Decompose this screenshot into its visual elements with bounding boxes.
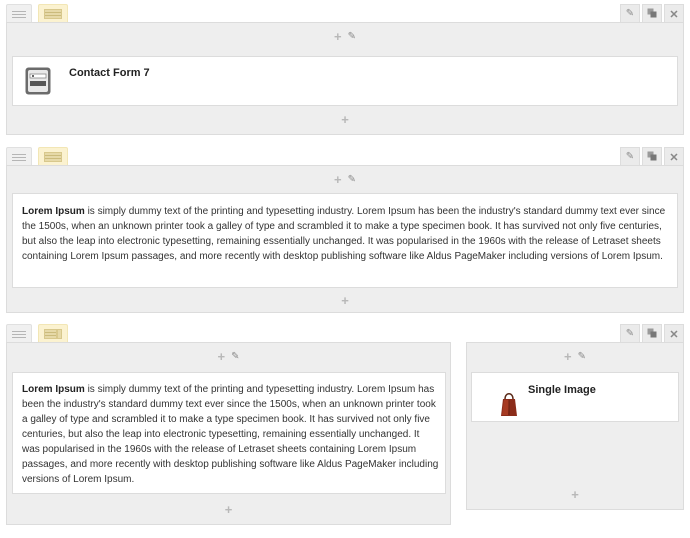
plus-icon[interactable]: + <box>225 503 233 516</box>
column-toolbar: + ✎ <box>7 166 683 193</box>
row-duplicate-button[interactable] <box>642 324 662 344</box>
row-duplicate-button[interactable] <box>642 147 662 167</box>
single-image-widget[interactable]: Single Image <box>471 372 679 422</box>
row-header: ✎ ✕ <box>6 143 684 169</box>
pencil-icon[interactable]: ✎ <box>348 174 356 185</box>
pencil-icon[interactable]: ✎ <box>578 351 586 362</box>
column-toolbar: + ✎ <box>7 343 450 370</box>
row-1: ✎ ✕ + ✎ Contact Form 7 + <box>6 0 684 135</box>
close-icon: ✕ <box>669 8 679 21</box>
plus-icon[interactable]: + <box>564 350 572 363</box>
column-add-bottom: + <box>7 113 683 126</box>
column-toolbar: + ✎ <box>467 343 683 370</box>
text-widget-body: Lorem Ipsum is simply dummy text of the … <box>22 382 440 487</box>
column-add-bottom: + <box>467 488 683 501</box>
plus-icon[interactable]: + <box>334 173 342 186</box>
column-add-bottom: + <box>7 503 450 516</box>
text-widget[interactable]: Lorem Ipsum is simply dummy text of the … <box>12 372 446 494</box>
pencil-icon: ✎ <box>625 8 635 19</box>
text-widget-body: Lorem Ipsum is simply dummy text of the … <box>22 204 670 264</box>
text-widget[interactable]: Lorem Ipsum is simply dummy text of the … <box>12 193 678 288</box>
column: + ✎ Contact Form 7 + <box>6 22 684 135</box>
duplicate-icon <box>647 148 657 166</box>
row-delete-button[interactable]: ✕ <box>664 147 684 167</box>
row-edit-button[interactable]: ✎ <box>620 4 640 24</box>
plus-icon[interactable]: + <box>571 488 579 501</box>
text-body: is simply dummy text of the printing and… <box>22 384 439 485</box>
row-header: ✎ ✕ <box>6 320 684 346</box>
plus-icon[interactable]: + <box>341 113 349 126</box>
duplicate-icon <box>647 5 657 23</box>
pencil-icon: ✎ <box>625 328 635 339</box>
row-edit-button[interactable]: ✎ <box>620 147 640 167</box>
widget-title: Contact Form 7 <box>69 67 150 79</box>
row-header: ✎ ✕ <box>6 0 684 26</box>
text-body: is simply dummy text of the printing and… <box>22 206 666 262</box>
column-toolbar: + ✎ <box>7 23 683 50</box>
column-add-bottom: + <box>7 294 683 307</box>
column-right: + ✎ Single Image + <box>466 342 684 510</box>
pencil-icon: ✎ <box>625 151 635 162</box>
text-bold-lead: Lorem Ipsum <box>22 384 85 395</box>
column: + ✎ Lorem Ipsum is simply dummy text of … <box>6 165 684 313</box>
row-tools: ✎ ✕ <box>620 4 684 24</box>
row-duplicate-button[interactable] <box>642 4 662 24</box>
pencil-icon[interactable]: ✎ <box>231 351 239 362</box>
contact-form-widget[interactable]: Contact Form 7 <box>12 56 678 106</box>
row-delete-button[interactable]: ✕ <box>664 4 684 24</box>
close-icon: ✕ <box>669 151 679 164</box>
column-left: + ✎ Lorem Ipsum is simply dummy text of … <box>6 342 451 525</box>
duplicate-icon <box>647 325 657 343</box>
text-bold-lead: Lorem Ipsum <box>22 206 85 217</box>
row-3: ✎ ✕ + ✎ Lorem Ipsum is simply dummy text… <box>6 320 684 525</box>
row-2: ✎ ✕ + ✎ Lorem Ipsum is simply dummy text… <box>6 143 684 313</box>
contact-form-icon <box>25 67 51 100</box>
row-tools: ✎ ✕ <box>620 147 684 167</box>
plus-icon[interactable]: + <box>334 30 342 43</box>
close-icon: ✕ <box>669 328 679 341</box>
plus-icon[interactable]: + <box>341 294 349 307</box>
plus-icon[interactable]: + <box>218 350 226 363</box>
pencil-icon[interactable]: ✎ <box>348 31 356 42</box>
row-tools: ✎ ✕ <box>620 324 684 344</box>
widget-title: Single Image <box>528 384 596 396</box>
handbag-image-icon <box>500 391 518 422</box>
row-delete-button[interactable]: ✕ <box>664 324 684 344</box>
row-edit-button[interactable]: ✎ <box>620 324 640 344</box>
